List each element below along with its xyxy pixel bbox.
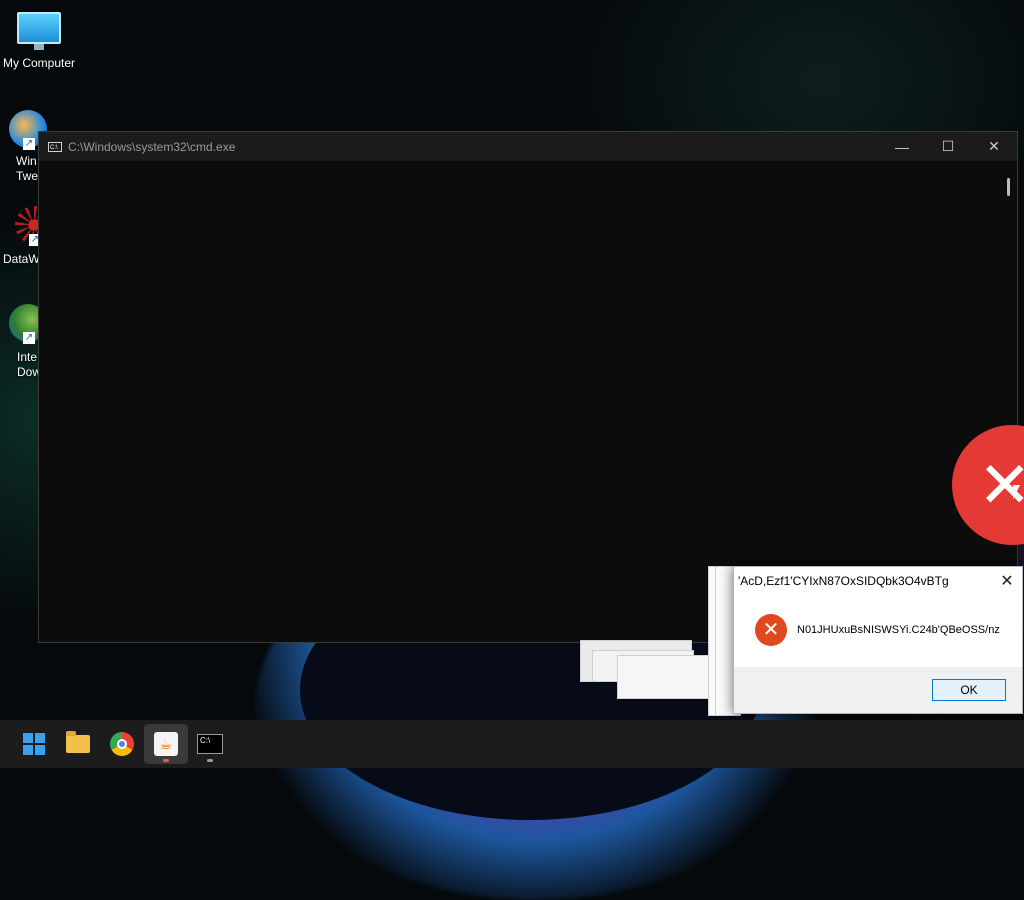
mouse-cursor-icon xyxy=(1013,485,1020,499)
taskbar: ☕ C:\ xyxy=(0,720,1024,768)
running-indicator xyxy=(207,759,213,762)
start-button[interactable] xyxy=(12,724,56,764)
ok-button[interactable]: OK xyxy=(932,679,1006,701)
shortcut-arrow-icon: ↗ xyxy=(23,138,35,150)
cmd-app-icon: C:\ xyxy=(48,141,62,152)
stacked-dialog-remnant xyxy=(617,655,709,699)
taskbar-java[interactable]: ☕ xyxy=(144,724,188,764)
cmd-title-bar[interactable]: C:\ C:\Windows\system32\cmd.exe — ☐ ✕ xyxy=(39,132,1017,161)
desktop-icon-my-computer[interactable]: My Computer xyxy=(1,12,77,71)
java-icon: ☕ xyxy=(154,732,178,756)
cmd-window-title: C:\Windows\system32\cmd.exe xyxy=(68,139,236,154)
scrollbar-thumb[interactable] xyxy=(1007,178,1010,196)
active-indicator xyxy=(163,759,169,762)
error-icon: ✕ xyxy=(755,614,787,646)
terminal-icon: C:\ xyxy=(197,734,223,754)
folder-icon xyxy=(66,731,90,753)
message-box-title-bar[interactable]: 'AcD,Ezf1'CYIxN87OxSIDQbk3O4vBTg ✕ xyxy=(734,567,1022,595)
message-box-close-button[interactable]: ✕ xyxy=(992,571,1022,591)
taskbar-file-explorer[interactable] xyxy=(56,724,100,764)
computer-icon xyxy=(17,12,61,50)
message-box-body: ✕ N01JHUxuBsNISWSYi.C24b'QBeOSS/nz xyxy=(734,595,1022,665)
message-box-footer: OK xyxy=(734,667,1022,713)
maximize-button[interactable]: ☐ xyxy=(925,132,971,161)
message-box-text: N01JHUxuBsNISWSYi.C24b'QBeOSS/nz xyxy=(797,624,1000,636)
error-message-box[interactable]: 'AcD,Ezf1'CYIxN87OxSIDQbk3O4vBTg ✕ ✕ N01… xyxy=(733,566,1023,714)
taskbar-chrome[interactable] xyxy=(100,724,144,764)
windows-logo-icon xyxy=(23,733,45,755)
minimize-button[interactable]: — xyxy=(879,132,925,161)
message-box-title: 'AcD,Ezf1'CYIxN87OxSIDQbk3O4vBTg xyxy=(738,574,949,588)
chrome-icon xyxy=(110,732,134,756)
shortcut-arrow-icon: ↗ xyxy=(23,332,35,344)
close-button[interactable]: ✕ xyxy=(971,132,1017,161)
desktop-icon-label: My Computer xyxy=(2,56,76,70)
taskbar-terminal[interactable]: C:\ xyxy=(188,724,232,764)
